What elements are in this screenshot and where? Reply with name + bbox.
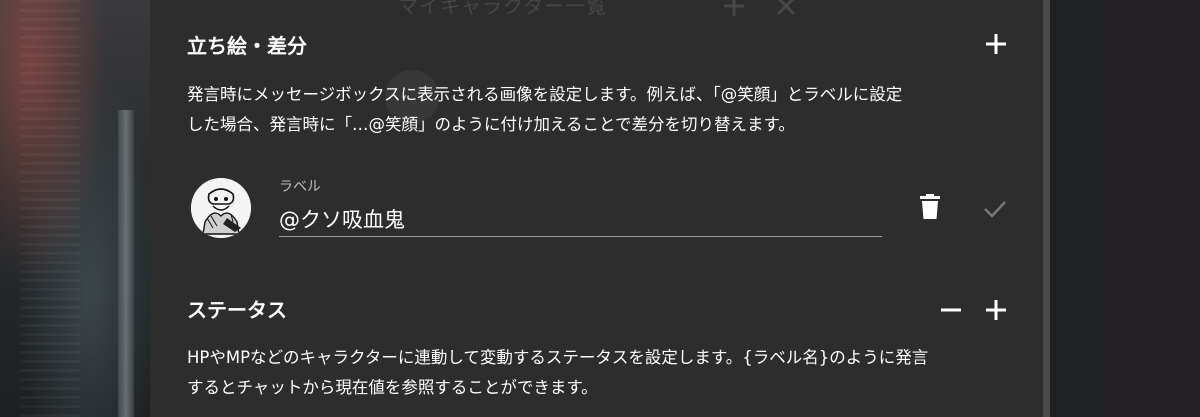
check-icon[interactable] <box>981 195 1009 223</box>
section-title-standing: 立ち絵・差分 <box>187 34 307 58</box>
app-stage: マイキャラクター一覧 立ち絵・差分 発言時にメッセージボックスに表示される画像を… <box>0 0 1200 417</box>
description-line: HPやMPなどのキャラクターに連動して変動するステータスを設定します。{ラベル名… <box>187 348 929 367</box>
trash-icon[interactable] <box>916 193 944 221</box>
background-right <box>1050 0 1200 417</box>
section-description-standing: 発言時にメッセージボックスに表示される画像を設定します。例えば、「@笑顔」とラベ… <box>187 80 1027 140</box>
panel-scrollbar[interactable] <box>1043 0 1050 417</box>
minus-icon[interactable] <box>937 296 965 324</box>
description-line: するとチャットから現在値を参照することができます。 <box>187 378 598 397</box>
description-line: した場合、発言時に「…@笑顔」のように付け加えることで差分を切り替えます。 <box>187 115 795 134</box>
background-dialog-icons <box>722 0 802 29</box>
label-field: ラベル <box>279 176 882 242</box>
description-line: 発言時にメッセージボックスに表示される画像を設定します。例えば、「@笑顔」とラベ… <box>187 85 903 104</box>
background-image <box>0 0 150 417</box>
label-input[interactable] <box>279 202 882 237</box>
plus-icon[interactable] <box>982 30 1010 58</box>
section-description-status: HPやMPなどのキャラクターに連動して変動するステータスを設定します。{ラベル名… <box>187 343 1027 403</box>
background-dialog-title: マイキャラクター一覧 <box>398 0 608 18</box>
section-title-status: ステータス <box>187 298 287 322</box>
label-caption: ラベル <box>279 179 321 195</box>
plus-icon[interactable] <box>982 296 1010 324</box>
avatar[interactable] <box>191 178 251 238</box>
